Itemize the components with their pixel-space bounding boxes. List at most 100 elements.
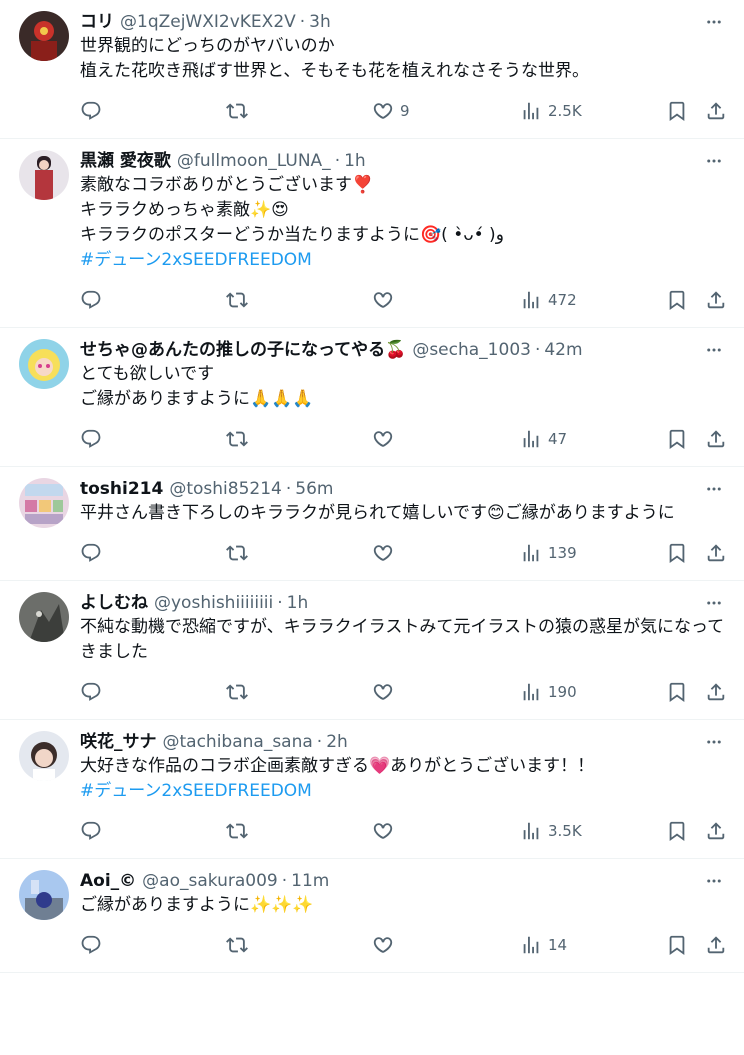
bookmark-button[interactable] xyxy=(666,542,688,564)
tweet-text-line: ご縁がありますように🙏🙏🙏 xyxy=(80,389,314,409)
like-button[interactable] xyxy=(372,428,394,450)
bookmark-button[interactable] xyxy=(666,289,688,311)
bookmark-button[interactable] xyxy=(666,934,688,956)
share-button[interactable] xyxy=(705,681,727,703)
display-name[interactable]: せちゃ@あんたの推しの子になってやる🍒 xyxy=(80,338,406,362)
more-options-icon[interactable] xyxy=(704,340,724,360)
reply-button[interactable] xyxy=(80,681,102,703)
more-options-icon[interactable] xyxy=(704,593,724,613)
avatar[interactable] xyxy=(19,150,69,200)
like-button[interactable]: 9 xyxy=(372,100,410,122)
view-count: 190 xyxy=(548,683,577,701)
more-options-icon[interactable] xyxy=(704,871,724,891)
tweet[interactable]: toshi214 @toshi85214 · 56m 平井さん書き下ろしのキララクが見ら… xyxy=(0,467,744,581)
tweet-text: ご縁がありますように✨✨✨ xyxy=(80,893,728,918)
reply-button[interactable] xyxy=(80,820,102,842)
user-handle[interactable]: @tachibana_sana xyxy=(163,730,313,754)
views-button[interactable]: 47 xyxy=(520,428,567,450)
display-name[interactable]: 黒瀬 愛夜歌 xyxy=(80,149,171,173)
tweet[interactable]: せちゃ@あんたの推しの子になってやる🍒 @secha_1003 · 42m とても欲しい… xyxy=(0,328,744,467)
share-button[interactable] xyxy=(705,100,727,122)
bar-chart-icon xyxy=(520,428,542,450)
tweet[interactable]: 咲花_サナ @tachibana_sana · 2h 大好きな作品のコラボ企画素敵すぎる… xyxy=(0,720,744,859)
reply-button[interactable] xyxy=(80,542,102,564)
view-count: 3.5K xyxy=(548,822,582,840)
timestamp[interactable]: 2h xyxy=(326,730,348,754)
more-options-icon[interactable] xyxy=(704,151,724,171)
tweet[interactable]: よしむね @yoshishiiiiiiii · 1h 不純な動機で恐縮ですが、キララクイ… xyxy=(0,581,744,720)
action-bar: 47 xyxy=(0,412,728,466)
share-button[interactable] xyxy=(705,542,727,564)
like-count: 9 xyxy=(400,102,410,120)
display-name[interactable]: Aoi_© xyxy=(80,869,136,893)
reply-icon xyxy=(80,542,102,564)
user-handle[interactable]: @yoshishiiiiiiii xyxy=(154,591,273,615)
repost-button[interactable] xyxy=(226,820,248,842)
tweet[interactable]: コリ @1qZejWXI2vKEX2V · 3h 世界観的にどっちのがヤバいのか 植えた花… xyxy=(0,0,744,139)
more-options-icon[interactable] xyxy=(704,732,724,752)
avatar[interactable] xyxy=(19,592,69,642)
separator-dot: · xyxy=(277,593,283,613)
views-button[interactable]: 190 xyxy=(520,681,577,703)
share-button[interactable] xyxy=(705,820,727,842)
bookmark-button[interactable] xyxy=(666,681,688,703)
tweet[interactable]: 黒瀬 愛夜歌 @fullmoon_LUNA_ · 1h 素敵なコラボありがとうございます… xyxy=(0,139,744,328)
avatar[interactable] xyxy=(19,870,69,920)
repost-button[interactable] xyxy=(226,289,248,311)
reply-button[interactable] xyxy=(80,934,102,956)
reply-button[interactable] xyxy=(80,100,102,122)
views-button[interactable]: 14 xyxy=(520,934,567,956)
views-button[interactable]: 3.5K xyxy=(520,820,582,842)
like-button[interactable] xyxy=(372,289,394,311)
separator-dot: · xyxy=(316,732,323,752)
bookmark-button[interactable] xyxy=(666,100,688,122)
tweet-text-line: 不純な動機で恐縮ですが、キララクイラストみて元イラストの猿の惑星が気になってきま… xyxy=(80,617,725,662)
repost-button[interactable] xyxy=(226,934,248,956)
timestamp[interactable]: 3h xyxy=(309,10,331,34)
reply-button[interactable] xyxy=(80,289,102,311)
repost-button[interactable] xyxy=(226,681,248,703)
like-button[interactable] xyxy=(372,820,394,842)
bookmark-button[interactable] xyxy=(666,820,688,842)
repost-button[interactable] xyxy=(226,428,248,450)
timestamp[interactable]: 42m xyxy=(544,338,582,362)
repost-button[interactable] xyxy=(226,100,248,122)
share-button[interactable] xyxy=(705,289,727,311)
hashtag-link[interactable]: #デューン2xSEEDFREEDOM xyxy=(80,248,728,273)
share-button[interactable] xyxy=(705,428,727,450)
views-button[interactable]: 139 xyxy=(520,542,577,564)
more-options-icon[interactable] xyxy=(704,12,724,32)
share-icon xyxy=(705,428,727,450)
avatar[interactable] xyxy=(19,11,69,61)
bar-chart-icon xyxy=(520,681,542,703)
display-name[interactable]: コリ xyxy=(80,10,114,34)
user-handle[interactable]: @fullmoon_LUNA_ xyxy=(177,149,331,173)
avatar[interactable] xyxy=(19,478,69,528)
views-button[interactable]: 2.5K xyxy=(520,100,582,122)
timestamp[interactable]: 11m xyxy=(291,869,329,893)
avatar[interactable] xyxy=(19,339,69,389)
timestamp[interactable]: 1h xyxy=(344,149,366,173)
like-button[interactable] xyxy=(372,542,394,564)
views-button[interactable]: 472 xyxy=(520,289,577,311)
display-name[interactable]: toshi214 xyxy=(80,477,163,501)
avatar[interactable] xyxy=(19,731,69,781)
timestamp[interactable]: 56m xyxy=(295,477,333,501)
tweet[interactable]: Aoi_© @ao_sakura009 · 11m ご縁がありますように✨✨✨ 14 xyxy=(0,859,744,973)
timestamp[interactable]: 1h xyxy=(287,591,309,615)
reply-button[interactable] xyxy=(80,428,102,450)
share-button[interactable] xyxy=(705,934,727,956)
user-handle[interactable]: @toshi85214 xyxy=(169,477,282,501)
repost-button[interactable] xyxy=(226,542,248,564)
user-handle[interactable]: @1qZejWXI2vKEX2V xyxy=(120,10,296,34)
display-name[interactable]: 咲花_サナ xyxy=(80,730,157,754)
bookmark-button[interactable] xyxy=(666,428,688,450)
like-button[interactable] xyxy=(372,681,394,703)
user-handle[interactable]: @ao_sakura009 xyxy=(142,869,278,893)
more-options-icon[interactable] xyxy=(704,479,724,499)
bookmark-icon xyxy=(666,428,688,450)
display-name[interactable]: よしむね xyxy=(80,591,148,615)
user-handle[interactable]: @secha_1003 xyxy=(412,338,531,362)
hashtag-link[interactable]: #デューン2xSEEDFREEDOM xyxy=(80,779,728,804)
like-button[interactable] xyxy=(372,934,394,956)
